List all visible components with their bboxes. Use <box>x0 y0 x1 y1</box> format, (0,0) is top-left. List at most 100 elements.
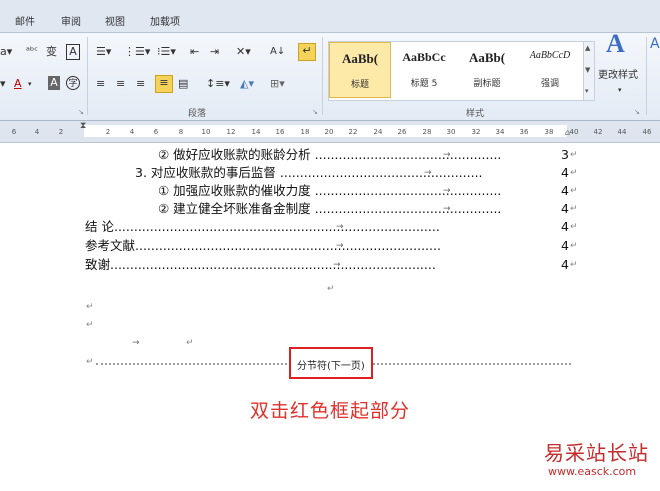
find-icon[interactable]: A <box>650 37 660 51</box>
quick-styles-gallery: AaBb( 标题 AaBbCc 标题 5 AaBb( 副标题 AaBbCcD 强… <box>328 41 584 101</box>
font-color-dropdown-icon[interactable]: ▾ <box>28 77 32 91</box>
paragraph-mark-icon: ↵ <box>570 168 578 178</box>
line-spacing-icon[interactable]: ↕≡▾ <box>206 77 230 91</box>
ruler-tick: 20 <box>324 128 334 136</box>
paragraph-mark-icon: ↵ <box>570 150 578 160</box>
toc-entry[interactable]: 致谢......................................… <box>85 257 436 273</box>
ruler-tick: 8 <box>178 128 184 136</box>
show-marks-icon[interactable]: ↵ <box>298 43 316 61</box>
paragraph-mark-icon: ↵ <box>570 241 578 251</box>
tab-review[interactable]: 审阅 <box>61 13 81 28</box>
scroll-down-icon[interactable]: ▼ <box>585 66 590 74</box>
align-left-icon[interactable]: ≡ <box>96 77 105 91</box>
tab-mark-icon: → <box>132 338 140 348</box>
paragraph-mark-icon: ↵ <box>570 260 578 270</box>
toc-entry[interactable]: 结 论.....................................… <box>85 219 440 235</box>
tab-mark-icon: → <box>333 260 341 270</box>
style-name: 副标题 <box>473 79 501 89</box>
more-styles-icon[interactable]: ▾ <box>585 87 589 95</box>
paragraph-mark-icon: ↵ <box>86 302 94 312</box>
multilevel-list-icon[interactable]: ⁝☰▾ <box>157 45 176 59</box>
ruler-tick: 30 <box>446 128 456 136</box>
group-divider <box>646 37 647 115</box>
align-right-icon[interactable]: ≡ <box>136 77 145 91</box>
font-dialog-launcher-icon[interactable]: ↘ <box>78 108 84 116</box>
ruler-tick: 14 <box>251 128 261 136</box>
toc-page-number: 4 <box>561 165 569 180</box>
style-heading[interactable]: AaBb( 标题 <box>329 42 391 98</box>
tab-addins[interactable]: 加载项 <box>150 13 180 28</box>
style-heading-5[interactable]: AaBbCc 标题 5 <box>393 42 455 98</box>
numbering-icon[interactable]: ⋮☰▾ <box>124 45 150 59</box>
ruler-tick: 2 <box>105 128 111 136</box>
tab-view[interactable]: 视图 <box>105 13 125 28</box>
ruler-tick: 44 <box>617 128 627 136</box>
paragraph-mark-icon: ↵ <box>86 320 94 330</box>
asian-layout-icon[interactable]: ✕▾ <box>236 45 251 59</box>
styles-group-label: 样式 <box>466 109 485 119</box>
paragraph-mark-icon: ↵ <box>86 357 94 367</box>
section-break-highlight[interactable]: 分节符(下一页) <box>289 347 373 379</box>
ruler-tick: 22 <box>348 128 358 136</box>
justify-icon[interactable]: ≡ <box>155 75 173 93</box>
toc-page-number: 3 <box>561 147 569 162</box>
horizontal-ruler[interactable]: 6 4 2 2 4 6 8 10 12 14 16 18 20 22 24 26… <box>0 121 660 143</box>
ruler-tick: 4 <box>129 128 135 136</box>
change-styles-label[interactable]: 更改样式 <box>598 69 638 83</box>
indent-marker-icon[interactable]: ⧗ <box>80 121 86 131</box>
ruler-tick: 26 <box>397 128 407 136</box>
ruler-tick: 40 <box>569 128 579 136</box>
char-shading-icon[interactable]: A <box>48 76 60 90</box>
ruler-tick: 38 <box>544 128 554 136</box>
font-color-icon[interactable]: A <box>14 77 22 91</box>
style-name: 强调 <box>540 79 559 89</box>
spelling-icon[interactable]: ᵃᵇᶜ <box>26 45 38 59</box>
style-emphasis[interactable]: AaBbCcD 强调 <box>519 42 581 98</box>
instruction-caption: 双击红色框起部分 <box>249 400 410 422</box>
decrease-indent-icon[interactable]: ⇤ <box>190 45 199 59</box>
styles-scroll[interactable]: ▲ ▼ ▾ <box>583 41 595 101</box>
ruler-tick: 2 <box>58 128 64 136</box>
align-center-icon[interactable]: ≡ <box>116 77 125 91</box>
increase-indent-icon[interactable]: ⇥ <box>210 45 219 59</box>
tab-mailings[interactable]: 邮件 <box>15 13 35 28</box>
toc-page-number: 4 <box>561 219 569 234</box>
toc-page-number: 4 <box>561 201 569 216</box>
char-border-icon[interactable]: A <box>66 44 80 60</box>
section-break-label[interactable]: 分节符(下一页) <box>297 357 365 372</box>
styles-dialog-launcher-icon[interactable]: ↘ <box>634 108 640 116</box>
paragraph-mark-icon: ↵ <box>570 204 578 214</box>
phonetic-guide-icon[interactable]: 变 <box>46 45 57 59</box>
right-indent-marker-icon[interactable]: ⌂ <box>565 128 570 137</box>
ruler-tick: 6 <box>153 128 159 136</box>
borders-icon[interactable]: ⊞▾ <box>270 77 285 91</box>
ruler-tick: 32 <box>471 128 481 136</box>
paragraph-mark-icon: ↵ <box>570 186 578 196</box>
style-subtitle[interactable]: AaBb( 副标题 <box>456 42 518 98</box>
paragraph-dialog-launcher-icon[interactable]: ↘ <box>312 108 318 116</box>
sort-icon[interactable]: A↓ <box>270 45 285 59</box>
bullets-icon[interactable]: ☰▾ <box>96 45 111 59</box>
ruler-tick: 36 <box>519 128 529 136</box>
ruler-tick: 4 <box>34 128 40 136</box>
tab-mark-icon: → <box>443 204 451 214</box>
ruler-tick: 24 <box>373 128 383 136</box>
ruler-tick: 34 <box>495 128 505 136</box>
tab-mark-icon: → <box>443 186 451 196</box>
distributed-icon[interactable]: ▤ <box>178 77 188 91</box>
enclose-char-icon[interactable]: 字 <box>66 76 80 90</box>
ribbon: a▾ ᵃᵇᶜ 变 A ▾ A ▾ A 字 ↘ ☰▾ ⋮☰▾ ⁝☰▾ ⇤ ⇥ ✕▾… <box>0 31 660 121</box>
tab-mark-icon: → <box>336 241 344 251</box>
change-styles-dropdown-icon[interactable]: ▾ <box>618 83 622 97</box>
toc-page-number: 4 <box>561 257 569 272</box>
toc-page-number: 4 <box>561 238 569 253</box>
font-size-dropdown-icon[interactable]: a▾ <box>0 45 12 59</box>
tab-mark-icon: → <box>443 150 451 160</box>
ruler-tick: 6 <box>11 128 17 136</box>
toc-entry[interactable]: 参考文献....................................… <box>85 238 441 254</box>
style-preview: AaBb( <box>468 50 506 65</box>
change-styles-icon[interactable]: A <box>606 31 625 57</box>
scroll-up-icon[interactable]: ▲ <box>585 44 590 52</box>
highlight-dropdown-icon[interactable]: ▾ <box>0 77 6 91</box>
shading-icon[interactable]: ◭▾ <box>240 77 254 91</box>
